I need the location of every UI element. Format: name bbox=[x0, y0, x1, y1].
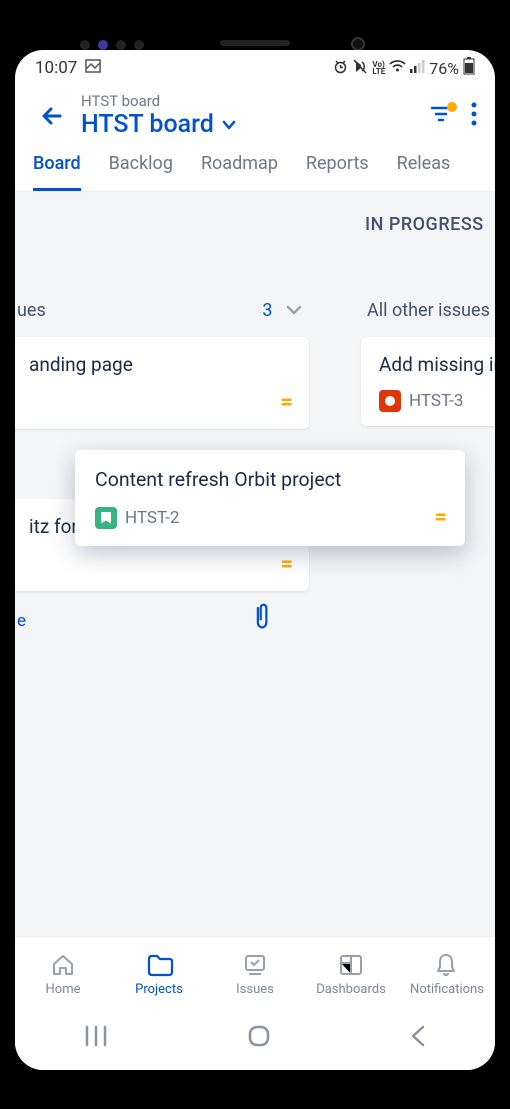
back-button[interactable] bbox=[33, 96, 73, 136]
dashboard-icon bbox=[338, 952, 364, 978]
board-subtitle: HTST board bbox=[81, 92, 429, 110]
card-title: Content refresh Orbit project bbox=[95, 468, 445, 491]
issue-key: HTST-2 bbox=[125, 508, 179, 528]
chevron-down-icon bbox=[222, 115, 236, 134]
battery-percent: 76% bbox=[429, 59, 459, 78]
nav-label: Home bbox=[46, 982, 81, 997]
board-column-left: ues 3 anding page = bbox=[15, 192, 325, 648]
nav-projects[interactable]: Projects bbox=[114, 952, 204, 997]
issues-icon bbox=[242, 952, 268, 978]
android-back-button[interactable] bbox=[409, 1024, 427, 1052]
card-title: anding page bbox=[29, 353, 291, 376]
nav-home[interactable]: Home bbox=[18, 952, 108, 997]
mute-icon bbox=[352, 59, 368, 78]
priority-medium-icon: = bbox=[280, 552, 291, 577]
priority-medium-icon: = bbox=[280, 390, 291, 415]
nav-notifications[interactable]: Notifications bbox=[402, 952, 492, 997]
nav-issues[interactable]: Issues bbox=[210, 952, 300, 997]
dragging-issue-card[interactable]: Content refresh Orbit project HTST-2 = bbox=[75, 450, 465, 546]
status-time: 10:07 bbox=[35, 58, 77, 78]
attachment-icon[interactable] bbox=[245, 597, 287, 639]
column-header: IN PROGRESS 1 bbox=[345, 192, 495, 256]
swimlane-label: ues bbox=[17, 300, 46, 321]
issue-card[interactable]: Add missing im HTST-3 bbox=[361, 337, 495, 426]
nav-label: Projects bbox=[135, 982, 183, 997]
home-icon bbox=[50, 952, 76, 978]
filter-active-dot bbox=[447, 102, 457, 112]
swimlane-count: 3 bbox=[262, 300, 272, 321]
tab-releases[interactable]: Releas bbox=[397, 153, 451, 191]
app-header: HTST board HTST board bbox=[15, 86, 495, 139]
card-title: Add missing im bbox=[379, 353, 495, 376]
issuetype-bug-icon bbox=[379, 390, 401, 412]
issue-key: HTST-3 bbox=[409, 391, 463, 411]
issuetype-story-icon bbox=[95, 507, 117, 529]
screenshot-icon bbox=[85, 58, 101, 78]
tab-backlog[interactable]: Backlog bbox=[109, 153, 173, 191]
more-button[interactable] bbox=[471, 102, 477, 130]
bell-icon bbox=[434, 952, 460, 978]
nav-label: Issues bbox=[236, 982, 274, 997]
column-title: IN PROGRESS bbox=[365, 214, 484, 235]
board-area[interactable]: ues 3 anding page = bbox=[15, 192, 495, 972]
board-column-right: IN PROGRESS 1 All other issues Add missi… bbox=[345, 192, 495, 490]
board-title-dropdown[interactable]: HTST board bbox=[81, 110, 429, 139]
battery-icon bbox=[463, 57, 475, 79]
tab-board[interactable]: Board bbox=[33, 153, 81, 191]
phone-frame: 10:07 Vo)LTE 76% bbox=[0, 0, 510, 1109]
nav-label: Dashboards bbox=[316, 982, 386, 997]
tabs: Board Backlog Roadmap Reports Releas bbox=[15, 139, 495, 192]
nav-label: Notifications bbox=[410, 982, 484, 997]
wifi-icon bbox=[389, 59, 406, 77]
tab-roadmap[interactable]: Roadmap bbox=[201, 153, 278, 191]
folder-icon bbox=[146, 952, 172, 978]
swimlane-header[interactable]: All other issues bbox=[367, 300, 495, 321]
android-nav-bar bbox=[15, 1006, 495, 1070]
board-title: HTST board bbox=[81, 110, 214, 139]
status-bar: 10:07 Vo)LTE 76% bbox=[15, 50, 495, 86]
volte-icon: Vo)LTE bbox=[372, 61, 385, 75]
chevron-down-icon bbox=[285, 300, 303, 321]
screen: 10:07 Vo)LTE 76% bbox=[15, 50, 495, 1070]
bottom-nav: Home Projects Issues Dashboards bbox=[15, 936, 495, 1006]
android-home-button[interactable] bbox=[246, 1023, 272, 1053]
swimlane-header[interactable]: ues 3 bbox=[17, 300, 303, 321]
nav-dashboards[interactable]: Dashboards bbox=[306, 952, 396, 997]
swimlane-label: All other issues bbox=[367, 300, 490, 321]
tab-reports[interactable]: Reports bbox=[306, 153, 369, 191]
issue-card[interactable]: anding page = bbox=[15, 337, 309, 429]
alarm-icon bbox=[333, 59, 348, 78]
signal-icon bbox=[410, 60, 425, 77]
priority-medium-icon: = bbox=[434, 505, 445, 530]
android-recents-button[interactable] bbox=[83, 1025, 109, 1051]
filter-button[interactable] bbox=[429, 104, 453, 128]
